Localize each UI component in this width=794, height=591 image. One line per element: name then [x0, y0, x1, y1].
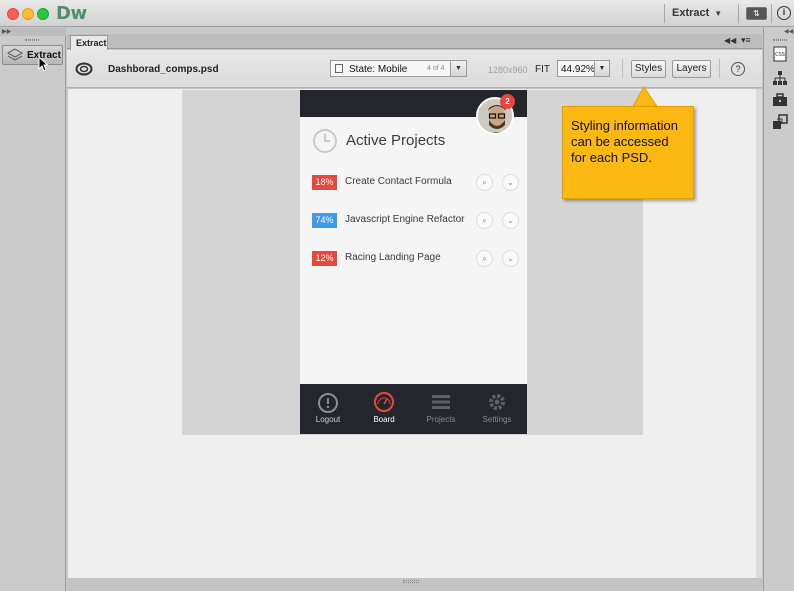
project-name: Racing Landing Page [345, 252, 441, 263]
clock-icon [312, 128, 338, 159]
active-projects-title: Active Projects [346, 132, 446, 149]
progress-badge: 12% [312, 251, 337, 266]
toolbar-divider [622, 59, 623, 78]
panel-tab-strip: Extract ◀◀ ▾≡ [67, 34, 762, 50]
zoom-value: 44.92% [561, 64, 595, 75]
notification-badge: 2 [500, 94, 515, 109]
extract-layers-icon [6, 48, 24, 65]
layers-button[interactable]: Layers [672, 60, 711, 78]
svg-text:CSS: CSS [775, 52, 785, 58]
callout-pointer [631, 86, 659, 108]
right-panel-dock: ◀◀ CSS [763, 28, 794, 591]
logout-icon [318, 393, 338, 413]
dock-grip[interactable] [25, 39, 39, 41]
project-name: Javascript Engine Refactor [345, 214, 465, 225]
psd-dimensions: 1280x960 [488, 65, 528, 75]
workspace-label: Extract [672, 7, 710, 19]
psd-filename: Dashborad_comps.psd [108, 64, 219, 75]
collapse-arrows-icon[interactable]: ▶▶ [2, 28, 11, 35]
creative-cloud-icon[interactable] [75, 62, 93, 81]
dom-tree-icon[interactable] [772, 70, 788, 86]
state-label: State: Mobile [349, 64, 408, 75]
titlebar-divider [771, 4, 772, 23]
dropdown-arrow-icon[interactable]: ▼ [594, 61, 609, 76]
help-icon[interactable]: ? [731, 62, 745, 76]
minimize-window-button[interactable] [22, 8, 34, 20]
tab-label: Logout [315, 415, 341, 424]
zoom-window-button[interactable] [37, 8, 49, 20]
collapse-arrows-icon[interactable]: ◀◀ [784, 28, 793, 35]
sync-settings-icon[interactable]: ⇅ [746, 7, 767, 20]
state-count: 4 of 4 [427, 65, 445, 72]
tooltip-callout: Styling information can be accessed for … [562, 106, 694, 199]
tab-label: Board [373, 415, 395, 424]
info-icon[interactable]: i [777, 6, 791, 20]
window-titlebar: Dw Extract ▼ ⇅ i [0, 0, 794, 27]
dashboard-gauge-icon [374, 392, 394, 412]
progress-badge: 18% [312, 175, 337, 190]
project-row[interactable]: 74% Javascript Engine Refactor ⌕ ⌄ [312, 212, 522, 232]
project-row[interactable]: 18% Create Contact Formula ⌕ ⌄ [312, 174, 522, 194]
projects-list-icon [432, 395, 450, 409]
tab-logout[interactable]: Logout [300, 384, 356, 434]
mobile-mockup[interactable]: 2 Active Projects 18% Create Contact For… [300, 90, 527, 434]
mockup-tab-bar: Logout Board Projects Settings [300, 384, 527, 434]
tab-extract[interactable]: Extract [70, 35, 108, 50]
css-designer-icon[interactable]: CSS [772, 46, 788, 62]
extract-panel-button[interactable]: Extract [2, 45, 63, 65]
tab-label: Projects [426, 415, 456, 424]
chevron-down-icon[interactable]: ⌄ [502, 250, 519, 267]
search-icon[interactable]: ⌕ [476, 174, 493, 191]
gear-icon [489, 394, 505, 410]
tab-label: Settings [482, 415, 512, 424]
project-row[interactable]: 12% Racing Landing Page ⌕ ⌄ [312, 250, 522, 270]
tab-settings[interactable]: Settings [469, 384, 525, 434]
collapse-panel-icon[interactable]: ◀◀ [724, 36, 736, 45]
chevron-down-icon[interactable]: ⌄ [502, 174, 519, 191]
close-window-button[interactable] [7, 8, 19, 20]
assets-briefcase-icon[interactable] [772, 92, 788, 108]
toolbar-divider [719, 59, 720, 78]
document-icon [335, 64, 343, 73]
titlebar-divider [664, 4, 665, 23]
zoom-select[interactable]: 44.92% ▼ [557, 60, 610, 77]
progress-badge: 74% [312, 213, 337, 228]
tab-projects[interactable]: Projects [413, 384, 469, 434]
panel-menu-icon[interactable]: ▾≡ [741, 35, 751, 46]
search-icon[interactable]: ⌕ [476, 212, 493, 229]
left-panel-dock: ▶▶ Extract [0, 28, 66, 591]
dropdown-arrow-icon[interactable]: ▼ [450, 61, 466, 76]
snippets-icon[interactable] [772, 114, 788, 130]
styles-button[interactable]: Styles [631, 60, 666, 78]
resize-grip[interactable] [403, 580, 419, 583]
app-logo: Dw [56, 3, 87, 24]
workspace-switcher[interactable]: Extract ▼ [672, 7, 722, 19]
search-icon[interactable]: ⌕ [476, 250, 493, 267]
chevron-down-icon[interactable]: ⌄ [502, 212, 519, 229]
panel-scrollbar[interactable] [756, 89, 762, 578]
tab-board[interactable]: Board [356, 384, 412, 434]
fit-button[interactable]: FIT [535, 64, 550, 75]
layer-comp-state-select[interactable]: State: Mobile 4 of 4 ▼ [330, 60, 467, 77]
mouse-pointer-icon [38, 55, 49, 77]
extract-toolbar: Dashborad_comps.psd State: Mobile 4 of 4… [67, 50, 762, 88]
titlebar-divider [738, 4, 739, 23]
project-name: Create Contact Formula [345, 176, 452, 187]
dock-grip[interactable] [773, 39, 787, 41]
caret-down-icon: ▼ [714, 9, 723, 18]
